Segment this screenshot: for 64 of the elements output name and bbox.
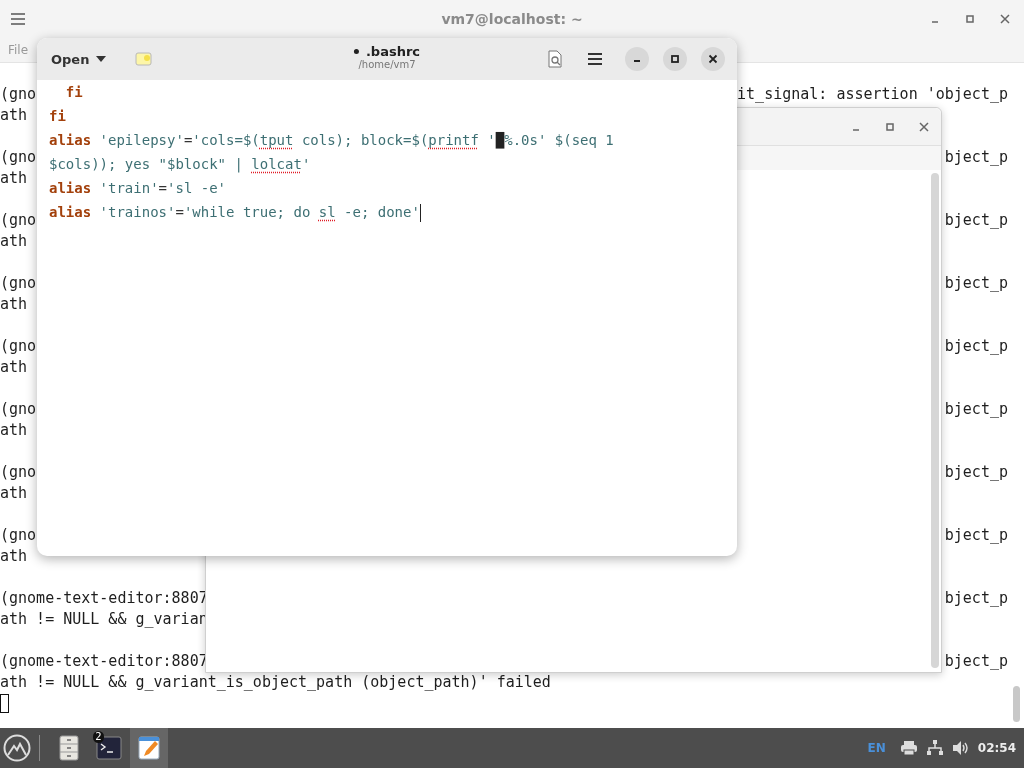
close-icon[interactable] bbox=[919, 121, 929, 132]
document-search-icon[interactable] bbox=[547, 50, 563, 68]
terminal-text: bject_p bbox=[944, 147, 1008, 168]
terminal-text: bject_p bbox=[944, 462, 1008, 483]
terminal-text: (gno bbox=[0, 147, 37, 168]
terminal-text: bject_p bbox=[944, 210, 1008, 231]
terminal-text: it_signal: assertion 'object_p bbox=[737, 84, 1008, 105]
taskbar-app[interactable] bbox=[130, 728, 168, 768]
terminal-text: (gnome-text-editor:8807 bbox=[0, 588, 208, 609]
code-line: fi bbox=[64, 83, 84, 102]
document-path: /home/vm7 bbox=[358, 59, 416, 70]
clock[interactable]: 02:54 bbox=[977, 741, 1016, 755]
volume-icon[interactable] bbox=[951, 740, 970, 756]
code-line: alias 'trainos'='while true; do sl -e; done' bbox=[49, 203, 422, 224]
terminal-text: bject_p bbox=[944, 273, 1008, 294]
terminal-cursor bbox=[0, 694, 9, 713]
window-count-badge: 2 bbox=[93, 731, 104, 743]
terminal-text: (gno bbox=[0, 336, 37, 357]
close-icon bbox=[708, 54, 718, 64]
network-icon[interactable] bbox=[925, 740, 944, 756]
maximize-icon[interactable] bbox=[965, 14, 975, 24]
caret-icon bbox=[95, 55, 108, 63]
maximize-icon[interactable] bbox=[885, 121, 895, 132]
terminal-text: ath bbox=[0, 105, 28, 126]
terminal-text: ath bbox=[0, 546, 28, 567]
scrollbar-thumb[interactable] bbox=[1013, 686, 1020, 722]
terminal-text: ath != NULL && g_variant_is_object_path (object_path)' failed bbox=[0, 672, 551, 693]
terminal-text: ath bbox=[0, 231, 28, 252]
printer-icon[interactable] bbox=[899, 740, 918, 756]
file-cabinet-icon bbox=[58, 735, 80, 761]
taskbar-app[interactable]: 2 bbox=[90, 728, 128, 768]
terminal-text: (gno bbox=[0, 84, 37, 105]
window-title: vm7@localhost: ~ bbox=[441, 11, 583, 27]
terminal-text: ath bbox=[0, 420, 28, 441]
terminal-text: (gno bbox=[0, 273, 37, 294]
close-icon[interactable] bbox=[1000, 14, 1010, 24]
terminal-text: (gno bbox=[0, 525, 37, 546]
terminal-text: (gno bbox=[0, 210, 37, 231]
terminal-text: ath != NULL && g_varian bbox=[0, 609, 208, 630]
maximize-icon bbox=[670, 54, 680, 64]
code-line: $cols)); yes "$block" | lolcat' bbox=[49, 155, 312, 175]
code-line: alias 'train'='sl -e' bbox=[49, 179, 228, 198]
maximize-button[interactable] bbox=[663, 47, 687, 71]
terminal-text: ath bbox=[0, 357, 28, 378]
code-line: alias 'epilepsy'='cols=$(tput cols); block=$(printf '█%.0s' $(seq 1 bbox=[49, 131, 615, 151]
terminal-text: ath bbox=[0, 168, 28, 189]
document-title: .bashrc bbox=[365, 44, 421, 59]
open-button[interactable]: Open bbox=[43, 46, 116, 72]
terminal-text: (gno bbox=[0, 399, 37, 420]
terminal-text: ath bbox=[0, 483, 28, 504]
terminal-text: ath bbox=[0, 294, 28, 315]
terminal-text: bject_p bbox=[944, 651, 1008, 672]
scrollbar-thumb[interactable] bbox=[931, 173, 939, 668]
terminal-text: bject_p bbox=[944, 399, 1008, 420]
close-button[interactable] bbox=[701, 47, 725, 71]
mountain-logo-icon[interactable] bbox=[3, 734, 31, 762]
terminal-text: bject_p bbox=[944, 336, 1008, 357]
code-line: fi bbox=[49, 107, 67, 126]
terminal-text: bject_p bbox=[944, 525, 1008, 546]
menu-icon[interactable] bbox=[587, 52, 603, 66]
terminal-text: (gnome-text-editor:8807 bbox=[0, 651, 208, 672]
terminal-text: (gno bbox=[0, 462, 37, 483]
text-editor-icon bbox=[137, 735, 161, 761]
terminal-text: bject_p bbox=[944, 588, 1008, 609]
